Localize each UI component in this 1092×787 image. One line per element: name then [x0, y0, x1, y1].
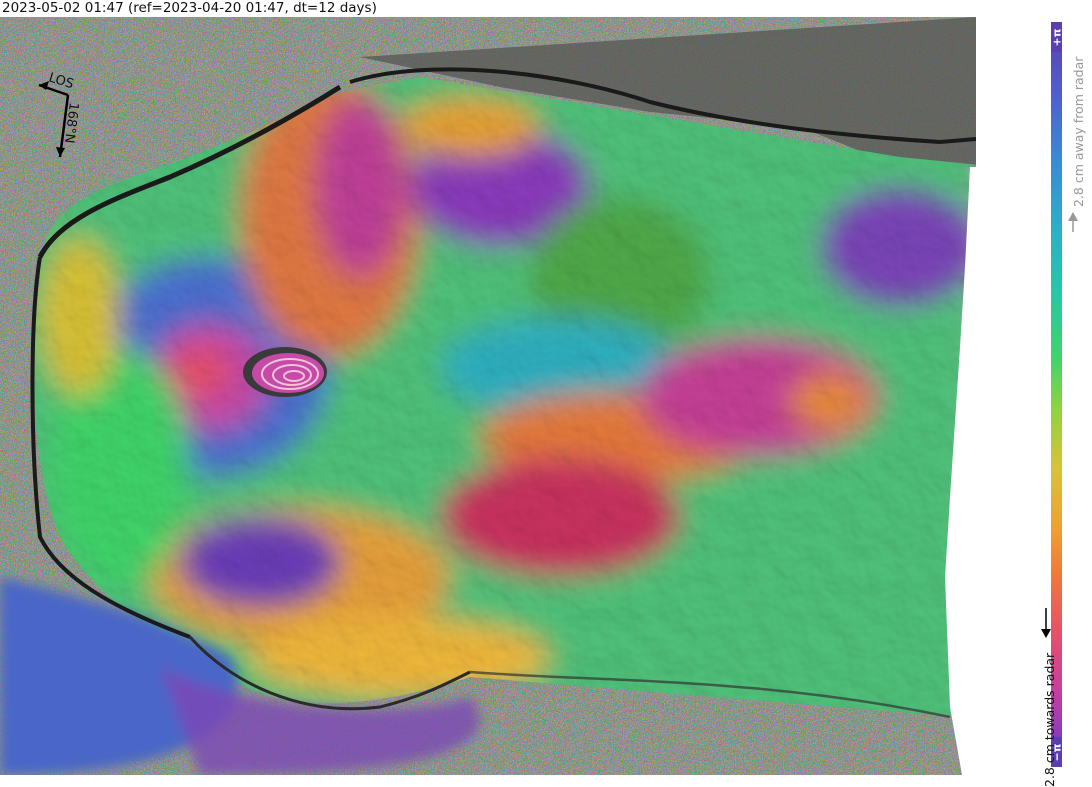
phase-colorbar: +π −π 2.8 cm away from radar 2.8 cm towa…	[1041, 22, 1091, 787]
north-arrow-icon: LOS 168°N	[38, 70, 81, 158]
towards-arrow-icon	[1041, 608, 1051, 638]
cone-fringes	[243, 347, 327, 397]
heading-label: 168°N	[61, 102, 81, 145]
los-direction-indicator: LOS 168°N	[30, 57, 100, 167]
interferogram-map[interactable]: LOS 168°N	[0, 17, 976, 775]
interferogram-image	[0, 17, 976, 775]
colorbar-towards-label: 2.8 cm towards radar	[1042, 652, 1057, 787]
colorbar-top-label: +π	[1050, 22, 1063, 52]
away-arrow-icon	[1068, 212, 1078, 232]
colorbar-away-label: 2.8 cm away from radar	[1071, 56, 1086, 207]
page-title: 2023-05-02 01:47 (ref=2023-04-20 01:47, …	[2, 0, 377, 16]
